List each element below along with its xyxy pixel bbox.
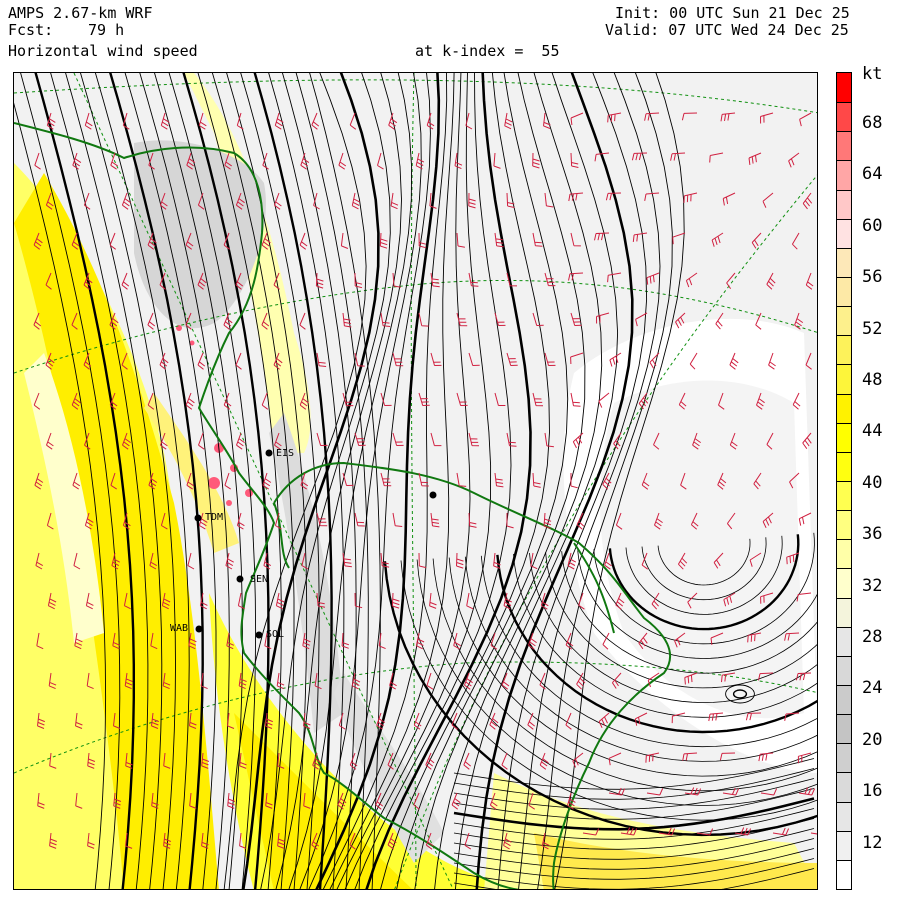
colorbar-segment: [837, 743, 851, 773]
colorbar-segment: [837, 189, 851, 219]
wind-speed-shading: [14, 73, 817, 889]
colorbar-segment: [837, 306, 851, 336]
field-name: Horizontal wind speed: [8, 42, 198, 60]
colorbar-segment: [837, 655, 851, 685]
init-time: Init: 00 UTC Sun 21 Dec 25: [615, 4, 850, 22]
colorbar-segment: [837, 714, 851, 744]
colorbar-segment: [837, 73, 851, 103]
colorbar-segment: [837, 568, 851, 598]
colorbar-label: 20: [862, 729, 883, 750]
forecast-hours: 79 h: [88, 21, 125, 39]
station-dot: [255, 631, 263, 639]
colorbar-label: 28: [862, 627, 883, 647]
colorbar-segment: [837, 597, 851, 627]
colorbar-segment: [837, 801, 851, 831]
colorbar-label: 32: [862, 575, 883, 596]
colorbar-segment: [837, 539, 851, 569]
colorbar-label: 60: [862, 215, 883, 236]
colorbar-label: 48: [862, 370, 883, 390]
wind-speed-map: EIS TDM SEN WAB SOL: [13, 72, 818, 890]
colorbar-segment: [837, 218, 851, 248]
station-dot: [194, 514, 202, 522]
colorbar-segment: [837, 772, 851, 802]
forecast-label: Fcst:: [8, 21, 54, 39]
colorbar-segment: [837, 247, 851, 277]
station-dot: [195, 625, 203, 633]
colorbar-label: 40: [862, 472, 883, 493]
colorbar-label: 68: [862, 113, 883, 133]
colorbar-label: 12: [862, 832, 883, 853]
level-label: at k-index = 55: [415, 42, 560, 60]
station-label-sen: SEN: [250, 574, 269, 585]
station-dot: [429, 491, 437, 499]
colorbar-segment: [837, 510, 851, 540]
valid-time: Valid: 07 UTC Wed 24 Dec 25: [605, 21, 849, 39]
colorbar-segment: [837, 422, 851, 452]
colorbar-segment: [837, 393, 851, 423]
colorbar-segment: [837, 277, 851, 307]
colorbar-segment: [837, 131, 851, 161]
colorbar: [836, 72, 852, 890]
colorbar-label: 52: [862, 318, 883, 339]
colorbar-segment: [837, 859, 851, 889]
colorbar-unit: kt: [862, 64, 883, 84]
station-dot: [265, 449, 273, 457]
station-label-eis: EIS: [276, 448, 295, 459]
colorbar-label: 24: [862, 678, 883, 699]
station-label-tdm: TDM: [205, 512, 224, 523]
colorbar-segment: [837, 160, 851, 190]
station-dot: [236, 575, 244, 583]
colorbar-label: 36: [862, 524, 883, 545]
high-speed-spot: [226, 500, 232, 506]
colorbar-segment: [837, 335, 851, 365]
colorbar-label: 16: [862, 781, 883, 802]
colorbar-segment: [837, 685, 851, 715]
colorbar-segment: [837, 626, 851, 656]
colorbar-segment: [837, 830, 851, 860]
high-speed-spot: [208, 477, 220, 489]
model-title: AMPS 2.67-km WRF: [8, 4, 153, 22]
colorbar-segment: [837, 481, 851, 511]
colorbar-segment: [837, 364, 851, 394]
station-label-wab: WAB: [170, 623, 189, 634]
station-label-sol: SOL: [266, 629, 285, 640]
map-canvas: [14, 73, 817, 889]
colorbar-label: 56: [862, 267, 883, 288]
colorbar-segment: [837, 451, 851, 481]
colorbar-segment: [837, 102, 851, 132]
colorbar-label: 64: [862, 164, 883, 185]
colorbar-label: 44: [862, 421, 883, 442]
